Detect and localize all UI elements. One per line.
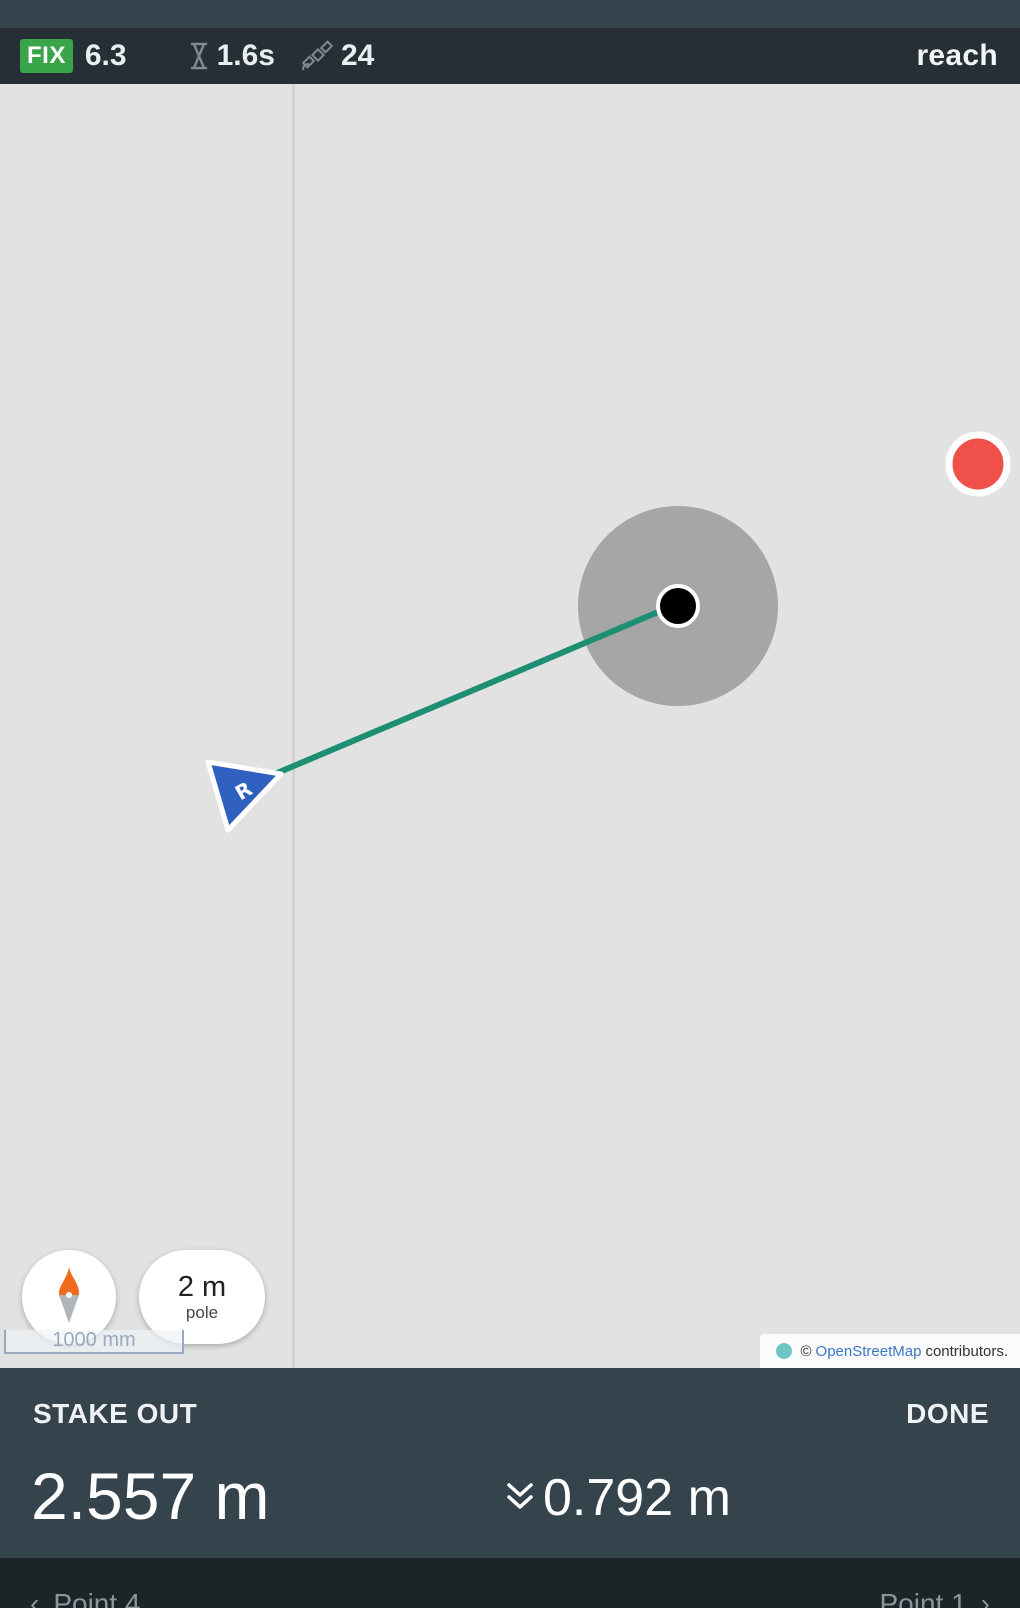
- previous-point-label: Point 4: [53, 1588, 141, 1608]
- chevron-left-icon: ‹: [30, 1588, 40, 1608]
- fix-badge: FIX: [20, 39, 73, 73]
- attribution-suffix: contributors.: [925, 1342, 1008, 1360]
- satellite-icon: [301, 40, 333, 72]
- attribution-icon: [776, 1343, 793, 1359]
- hourglass-icon: [189, 41, 209, 71]
- correction-age[interactable]: 1.6s: [189, 39, 275, 73]
- attribution-link[interactable]: OpenStreetMap: [816, 1343, 922, 1360]
- receiver-status-bar: FIX 6.3 1.6s 24 reach: [0, 28, 1020, 84]
- height-difference: 0.792 m: [505, 1463, 731, 1533]
- fix-value: 6.3: [84, 39, 127, 72]
- panel-title: STAKE OUT: [33, 1398, 198, 1429]
- rover-arrow-icon: R: [205, 759, 284, 833]
- previous-point-button[interactable]: ‹ Point 4: [30, 1588, 141, 1608]
- next-point-label: Point 1: [879, 1588, 967, 1608]
- pole-value: 2 m: [177, 1271, 227, 1303]
- map-overlay: R: [205, 431, 1011, 833]
- distance-value: 2.557 m: [31, 1459, 270, 1533]
- chevron-right-icon: ›: [980, 1588, 990, 1608]
- attribution-prefix: ©: [800, 1342, 812, 1360]
- map-scale-bar: 1000 mm: [4, 1330, 184, 1354]
- stakeout-panel: STAKE OUT DONE 2.557 m 0.792 m: [0, 1368, 1020, 1558]
- guide-line: [267, 604, 673, 779]
- fix-status[interactable]: FIX 6.3: [20, 39, 127, 73]
- done-button[interactable]: DONE: [906, 1398, 989, 1430]
- system-status-strip: [0, 0, 1020, 28]
- brand-label: reach: [916, 39, 998, 72]
- point-navigation: ‹ Point 4 Point 1 ›: [0, 1558, 1020, 1608]
- other-point[interactable]: [945, 431, 1011, 497]
- pole-label: pole: [185, 1303, 219, 1322]
- stakeout-screen: FIX 6.3 1.6s 24 reach R 2 m pole 1000 mm…: [0, 0, 1020, 1608]
- next-point-button[interactable]: Point 1 ›: [880, 1588, 991, 1608]
- satellite-count[interactable]: 24: [301, 39, 374, 73]
- target-point[interactable]: [656, 584, 700, 628]
- stakeout-map[interactable]: R 2 m pole 1000 mm © OpenStreetMap contr…: [0, 84, 1020, 1368]
- height-value: 0.792 m: [543, 1469, 731, 1527]
- map-attribution: © OpenStreetMap contributors.: [760, 1334, 1020, 1368]
- age-value: 1.6s: [216, 39, 275, 72]
- satellites-value: 24: [340, 39, 375, 72]
- double-chevron-down-icon: [505, 1479, 535, 1518]
- scale-label: 1000 mm: [52, 1329, 136, 1351]
- compass-icon: [49, 1265, 89, 1330]
